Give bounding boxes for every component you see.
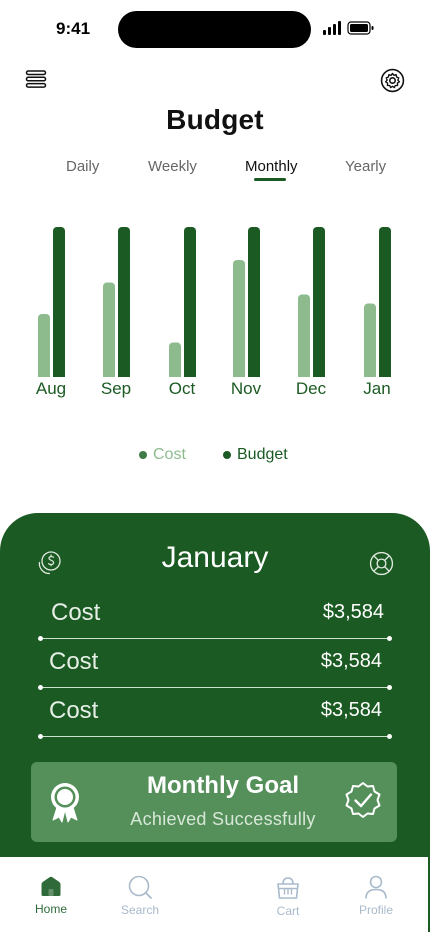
budget-bar-dec [313, 227, 325, 377]
x-tick-label: Dec [296, 379, 327, 398]
budget-bar-chart: Aug Sep Oct Nov Dec Jan [36, 227, 391, 398]
cost-bar-oct [169, 342, 181, 377]
home-icon [41, 876, 61, 896]
cost-bar-base-jan [364, 372, 376, 377]
signal-icon [323, 21, 341, 35]
x-tick-label: Sep [101, 379, 131, 398]
search-icon [128, 875, 152, 899]
cost-row-divider [38, 734, 392, 739]
battery-icon [347, 21, 374, 35]
legend-label-cost: Cost [153, 446, 186, 463]
bottom-nav: Home Search Cart Profile [0, 857, 430, 932]
nav-home[interactable]: Home [21, 873, 81, 916]
cost-row: Cost $3,584 [38, 697, 392, 739]
summary-card: January Cost $3,584 Cost $3,584 Cost $3,… [0, 513, 430, 858]
active-tab-indicator [254, 178, 286, 181]
x-tick-label: Oct [169, 379, 196, 398]
status-bar: 9:41 [0, 0, 430, 58]
cost-bar-base-nov [233, 372, 245, 377]
cost-row-label: Cost [49, 697, 99, 724]
status-time: 9:41 [56, 19, 91, 38]
x-tick-label: Nov [231, 379, 262, 398]
page-title: Budget [166, 104, 264, 135]
cost-row: Cost $3,584 [38, 599, 392, 641]
legend-item-cost: Cost [139, 446, 186, 464]
budget-bar-base-sep [118, 372, 130, 377]
legend-label-budget: Budget [237, 446, 288, 463]
x-tick-label: Jan [363, 379, 390, 398]
nav-label-home: Home [34, 902, 67, 916]
nav-label-search: Search [120, 903, 160, 917]
cost-bar-aug [38, 314, 50, 377]
cost-row-value: $3,584 [322, 601, 384, 623]
monthly-goal-banner[interactable]: Monthly Goal Achieved Successfully [31, 762, 397, 842]
cost-bar-dec [298, 294, 310, 377]
cost-row-label: Cost [49, 648, 99, 675]
cost-bar-base-dec [298, 372, 310, 377]
budget-bar-base-dec [313, 372, 325, 377]
cost-bar-base-oct [169, 372, 181, 377]
nav-search[interactable]: Search [110, 874, 170, 917]
budget-bar-base-aug [53, 372, 65, 377]
gear-icon[interactable] [380, 68, 405, 93]
basket-icon [277, 877, 299, 899]
cost-bar-jan [364, 303, 376, 377]
budget-bar-aug [53, 227, 65, 377]
tab-weekly[interactable]: Weekly [148, 158, 197, 175]
legend-dot-budget [223, 451, 231, 459]
cost-row-divider [38, 636, 392, 641]
tab-yearly[interactable]: Yearly [345, 158, 386, 175]
cost-bar-base-sep [103, 372, 115, 377]
cost-bar-base-aug [38, 372, 50, 377]
chart-legend: Cost Budget [0, 446, 430, 468]
budget-bar-sep [118, 227, 130, 377]
summary-month: January [161, 541, 269, 574]
legend-dot-cost [139, 451, 147, 459]
cost-row-divider [38, 685, 392, 690]
tab-daily[interactable]: Daily [66, 158, 99, 175]
cost-bar-nov [233, 260, 245, 377]
cost-row: Cost $3,584 [38, 648, 392, 690]
nav-cart[interactable]: Cart [258, 875, 318, 918]
x-tick-label: Aug [36, 379, 66, 398]
menu-icon[interactable] [25, 68, 47, 90]
cost-bar-sep [103, 282, 115, 377]
dynamic-island [118, 11, 311, 48]
badge-check-icon [345, 782, 381, 818]
nav-label-cart: Cart [276, 904, 300, 918]
budget-bar-base-oct [184, 372, 196, 377]
nav-label-profile: Profile [358, 903, 393, 917]
budget-bar-jan [379, 227, 391, 377]
budget-bar-base-nov [248, 372, 260, 377]
budget-bar-oct [184, 227, 196, 377]
profile-icon [365, 875, 387, 899]
cost-row-label: Cost [51, 599, 101, 626]
legend-item-budget: Budget [223, 446, 288, 464]
tab-monthly[interactable]: Monthly [245, 158, 298, 175]
lifebuoy-icon[interactable] [369, 551, 394, 576]
nav-profile[interactable]: Profile [346, 874, 406, 917]
period-tabs: Daily Weekly Monthly Yearly [0, 158, 430, 188]
cost-row-value: $3,584 [320, 699, 382, 721]
budget-bar-nov [248, 227, 260, 377]
status-icons [323, 21, 374, 35]
budget-bar-base-jan [379, 372, 391, 377]
cost-row-value: $3,584 [320, 650, 382, 672]
